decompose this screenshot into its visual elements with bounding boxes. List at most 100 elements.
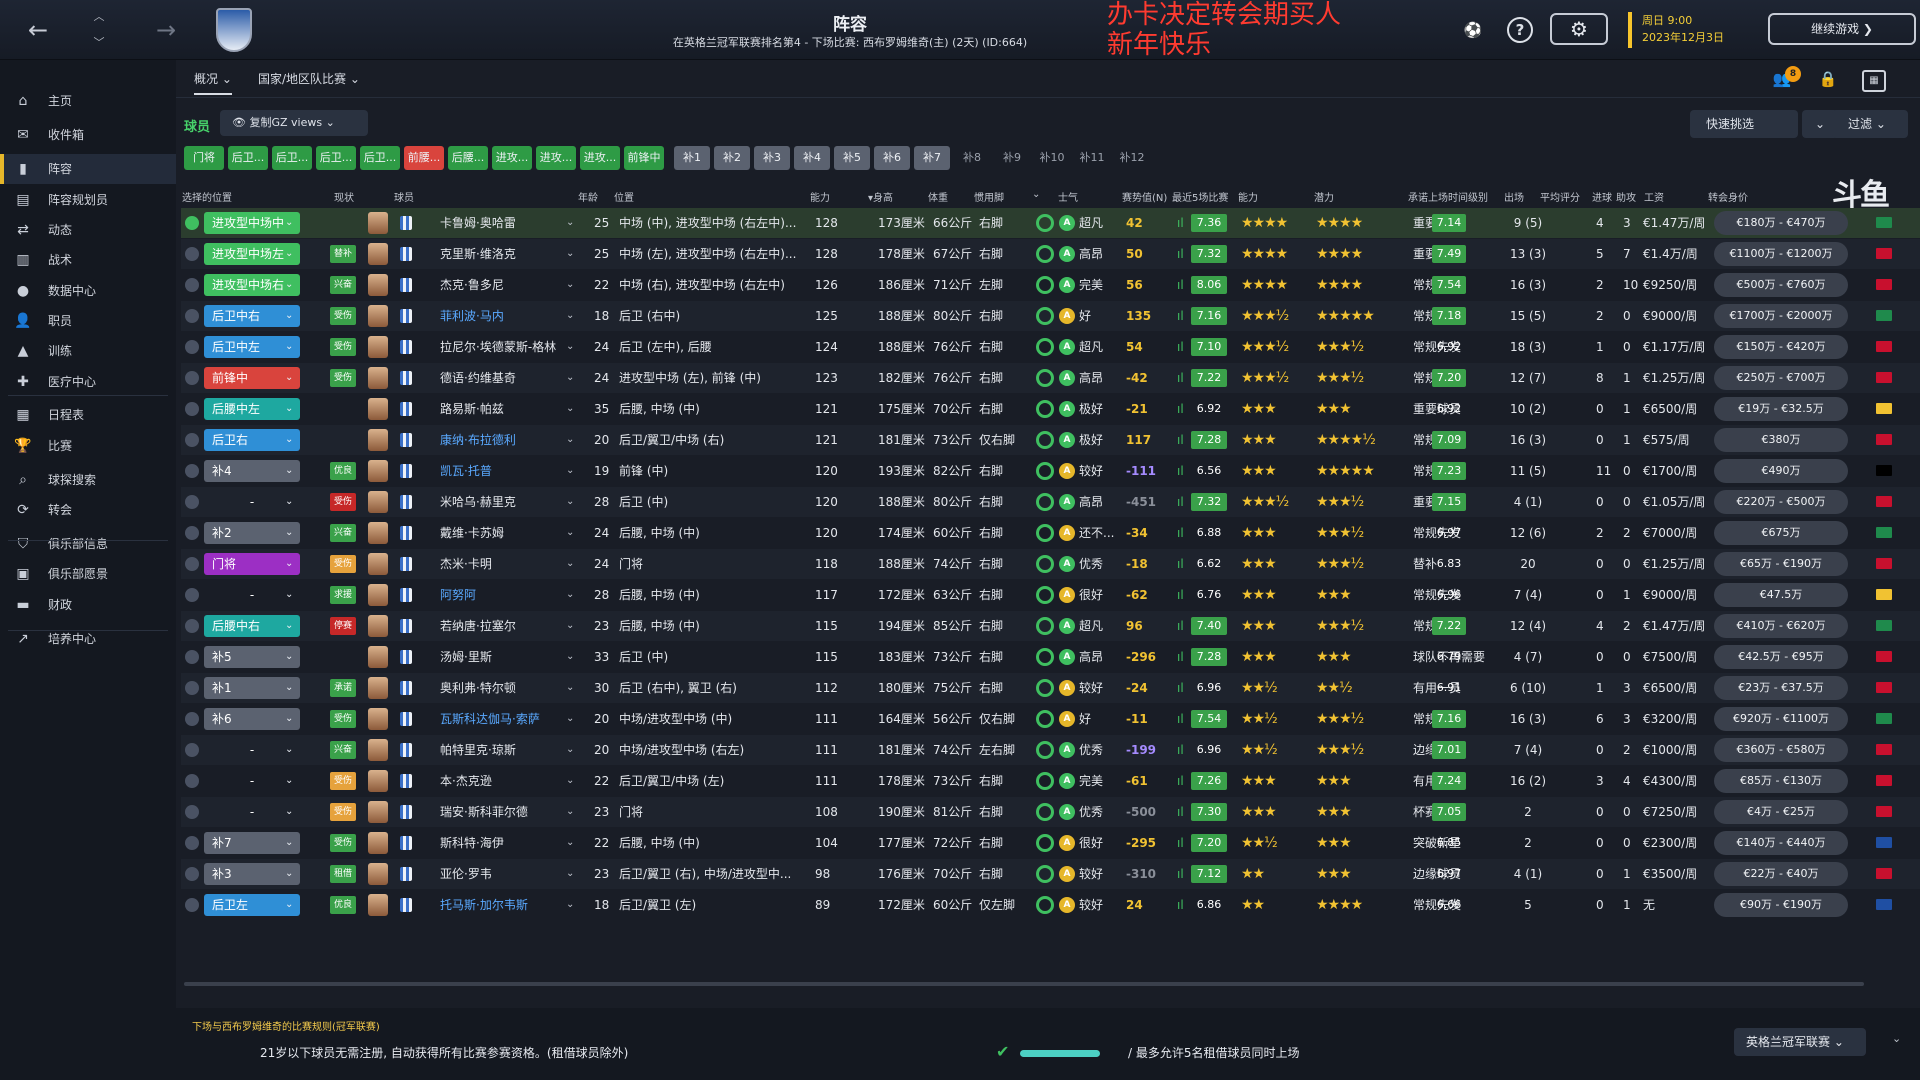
player-name[interactable]: 阿努阿 bbox=[440, 580, 476, 610]
player-name[interactable]: 凯瓦·托普 bbox=[440, 456, 492, 486]
col-chevron-icon[interactable]: ⌄ bbox=[1032, 189, 1040, 200]
table-row[interactable]: 进攻型中场右 ⌄ 兴奋 杰克·鲁多尼 ⌄ 22 中场 (右), 进攻型中场 (右左中) 126… bbox=[181, 270, 1920, 300]
sidebar-item-training[interactable]: ▲ 训练 bbox=[0, 336, 176, 366]
position-chip[interactable]: 补11 bbox=[1074, 146, 1110, 170]
chevron-down-icon[interactable]: ﹀ bbox=[92, 34, 106, 50]
player-name[interactable]: 斯科特·海伊 bbox=[440, 828, 504, 858]
position-chip[interactable]: 后卫... bbox=[360, 146, 400, 170]
position-chip[interactable]: 门将 bbox=[184, 146, 224, 170]
position-chip[interactable]: 补2 bbox=[714, 146, 750, 170]
table-row[interactable]: 补4⌄优良凯瓦·托普⌄19前锋 (中)120193厘米82公斤右脚较好-111常… bbox=[181, 456, 1920, 486]
player-name[interactable]: 奥利弗·特尔顿 bbox=[440, 673, 516, 703]
player-menu-chevron-icon[interactable]: ⌄ bbox=[566, 487, 574, 517]
row-checkbox[interactable] bbox=[185, 495, 199, 509]
col-recent5[interactable]: 最近5场比赛 bbox=[1172, 189, 1228, 204]
row-checkbox[interactable] bbox=[185, 309, 199, 323]
table-row[interactable]: -⌄受伤瑞安·斯科菲尔德⌄23门将108190厘米81公斤右脚优秀-500杯赛门… bbox=[181, 797, 1920, 827]
col-playing-time[interactable]: 承诺上场时间级别 bbox=[1408, 189, 1488, 204]
col-form[interactable]: 赛势值(N) bbox=[1122, 189, 1167, 204]
position-chip[interactable]: 补1 bbox=[674, 146, 710, 170]
player-menu-chevron-icon[interactable]: ⌄ bbox=[566, 859, 574, 889]
position-chip[interactable]: 后卫... bbox=[228, 146, 268, 170]
position-chip[interactable]: 补9 bbox=[994, 146, 1030, 170]
player-menu-chevron-icon[interactable]: ⌄ bbox=[566, 797, 574, 827]
table-row[interactable]: 补7 ⌄ 受伤 斯科特·海伊 ⌄ 22 后腰, 中场 (中) 104 177厘米 72公斤 右脚 很好… bbox=[181, 828, 1920, 858]
col-foot[interactable]: 惯用脚 bbox=[974, 189, 1004, 204]
help-icon[interactable]: ? bbox=[1507, 17, 1533, 43]
player-menu-chevron-icon[interactable]: ⌄ bbox=[566, 828, 574, 858]
views-dropdown[interactable]: 👁 复制GZ views ⌄ bbox=[220, 110, 368, 136]
chevron-up-icon[interactable]: ︿ bbox=[92, 8, 106, 24]
row-checkbox[interactable] bbox=[185, 774, 199, 788]
row-checkbox[interactable] bbox=[185, 650, 199, 664]
row-checkbox[interactable] bbox=[185, 619, 199, 633]
player-name[interactable]: 杰克·鲁多尼 bbox=[440, 270, 504, 300]
row-checkbox[interactable] bbox=[185, 712, 199, 726]
table-row[interactable]: 补6 ⌄ 受伤 瓦斯科达伽马·索萨 ⌄ 20 中场/进攻型中场 (中) 111 164厘米 56公… bbox=[181, 704, 1920, 734]
table-row[interactable]: 后腰中右 ⌄ 停赛 若纳唐·拉塞尔 ⌄ 23 后腰, 中场 (中) 115 194厘米 85公斤右… bbox=[181, 611, 1920, 641]
position-chip[interactable]: 补6 bbox=[874, 146, 910, 170]
player-name[interactable]: 亚伦·罗韦 bbox=[440, 859, 492, 889]
position-chip[interactable]: 进攻... bbox=[536, 146, 576, 170]
table-row[interactable]: - ⌄ 受伤 米哈乌·赫里克 ⌄ 28 后卫 (中) 120 188厘米 80公斤 右脚 高昂 -451… bbox=[181, 487, 1920, 517]
table-row[interactable]: 后腰中左 ⌄ 路易斯·帕兹 ⌄ 35 后腰, 中场 (中) 121 175厘米 70公斤 右脚 极好… bbox=[181, 394, 1920, 424]
collapse-chevron-icon[interactable]: ⌄ bbox=[1892, 1032, 1901, 1045]
table-row[interactable]: 补2 ⌄ 兴奋 戴维·卡苏姆 ⌄ 24 后腰, 中场 (中) 120 174厘米 60公斤 右脚 还不… bbox=[181, 518, 1920, 548]
col-goals[interactable]: 进球 bbox=[1592, 189, 1612, 204]
position-chip[interactable]: 补8 bbox=[954, 146, 990, 170]
player-name[interactable]: 汤姆·里斯 bbox=[440, 642, 492, 672]
col-player[interactable]: 球员 bbox=[394, 189, 414, 204]
table-row[interactable]: 补3 ⌄ 租借 亚伦·罗韦 ⌄ 23 后卫/翼卫 (右), 中场/进攻型中... 98 176厘… bbox=[181, 859, 1920, 889]
position-chip[interactable]: 补7 bbox=[914, 146, 950, 170]
row-checkbox[interactable] bbox=[185, 371, 199, 385]
col-height[interactable]: ▾身高 bbox=[868, 189, 893, 204]
row-checkbox[interactable] bbox=[185, 402, 199, 416]
row-checkbox[interactable] bbox=[185, 464, 199, 478]
player-menu-chevron-icon[interactable]: ⌄ bbox=[566, 301, 574, 331]
continue-button[interactable]: 继续游戏 ❯ bbox=[1768, 13, 1916, 45]
player-name[interactable]: 米哈乌·赫里克 bbox=[440, 487, 516, 517]
position-chip[interactable]: 进攻... bbox=[580, 146, 620, 170]
player-name[interactable]: 帕特里克·琼斯 bbox=[440, 735, 516, 765]
player-menu-chevron-icon[interactable]: ⌄ bbox=[566, 208, 574, 238]
col-avg-rating[interactable]: 平均评分 bbox=[1540, 189, 1580, 204]
player-menu-chevron-icon[interactable]: ⌄ bbox=[566, 549, 574, 579]
col-transfer-value[interactable]: 转会身价 bbox=[1708, 189, 1748, 204]
player-menu-chevron-icon[interactable]: ⌄ bbox=[566, 673, 574, 703]
row-checkbox[interactable] bbox=[185, 743, 199, 757]
sidebar-item-scouting[interactable]: ⌕ 球探搜索 bbox=[0, 465, 176, 495]
col-assists[interactable]: 助攻 bbox=[1616, 189, 1636, 204]
player-name[interactable]: 戴维·卡苏姆 bbox=[440, 518, 504, 548]
table-row[interactable]: 补1 ⌄ 承诺 奥利弗·特尔顿 ⌄ 30 后卫 (右中), 翼卫 (右) 112 180厘米 75… bbox=[181, 673, 1920, 703]
position-chip[interactable]: 后卫... bbox=[272, 146, 312, 170]
position-chip[interactable]: 补10 bbox=[1034, 146, 1070, 170]
col-morale[interactable]: 士气 bbox=[1058, 189, 1078, 204]
player-menu-chevron-icon[interactable]: ⌄ bbox=[566, 735, 574, 765]
sidebar-item-home[interactable]: ⌂ 主页 bbox=[0, 86, 176, 116]
table-row[interactable]: 后卫右 ⌄ 康纳·布拉德利 ⌄ 20 后卫/翼卫/中场 (右) 121 181厘米 73公斤 仅右… bbox=[181, 425, 1920, 455]
col-selected-pos[interactable]: 选择的位置 bbox=[182, 189, 232, 204]
player-name[interactable]: 瑞安·斯科菲尔德 bbox=[440, 797, 528, 827]
player-name[interactable]: 若纳唐·拉塞尔 bbox=[440, 611, 516, 641]
player-menu-chevron-icon[interactable]: ⌄ bbox=[566, 518, 574, 548]
sidebar-item-tactics[interactable]: ▥ 战术 bbox=[0, 245, 176, 275]
player-menu-chevron-icon[interactable]: ⌄ bbox=[566, 270, 574, 300]
sidebar-item-schedule[interactable]: ▦ 日程表 bbox=[0, 400, 176, 430]
table-row[interactable]: 补5 ⌄ 汤姆·里斯 ⌄ 33 后卫 (中) 115 183厘米 73公斤 右脚 高昂 -296 球队不… bbox=[181, 642, 1920, 672]
row-checkbox[interactable] bbox=[185, 247, 199, 261]
player-menu-chevron-icon[interactable]: ⌄ bbox=[566, 890, 574, 920]
col-age[interactable]: 年龄 bbox=[578, 189, 598, 204]
position-chip[interactable]: 补4 bbox=[794, 146, 830, 170]
player-name[interactable]: 杰米·卡明 bbox=[440, 549, 492, 579]
league-dropdown[interactable]: 英格兰冠军联赛 ⌄ bbox=[1734, 1028, 1866, 1056]
col-wage[interactable]: 工资 bbox=[1644, 189, 1664, 204]
position-chip[interactable]: 补3 bbox=[754, 146, 790, 170]
col-ca[interactable]: 能力 bbox=[1238, 189, 1258, 204]
sidebar-item-club-info[interactable]: ⛉ 俱乐部信息 bbox=[0, 529, 176, 559]
row-checkbox[interactable] bbox=[185, 588, 199, 602]
table-row[interactable]: 进攻型中场中 ⌄ 卡鲁姆·奥哈雷 ⌄ 25 中场 (中), 进攻型中场 (右左中)... 1… bbox=[181, 208, 1920, 238]
sidebar-item-medical[interactable]: ✚ 医疗中心 bbox=[0, 367, 176, 397]
horizontal-scrollbar[interactable] bbox=[184, 982, 1864, 986]
table-row[interactable]: 进攻型中场左 ⌄ 替补 克里斯·维洛克 ⌄ 25 中场 (左), 进攻型中场 (右左中)..… bbox=[181, 239, 1920, 269]
lock-icon[interactable]: 🔒 bbox=[1816, 70, 1840, 92]
